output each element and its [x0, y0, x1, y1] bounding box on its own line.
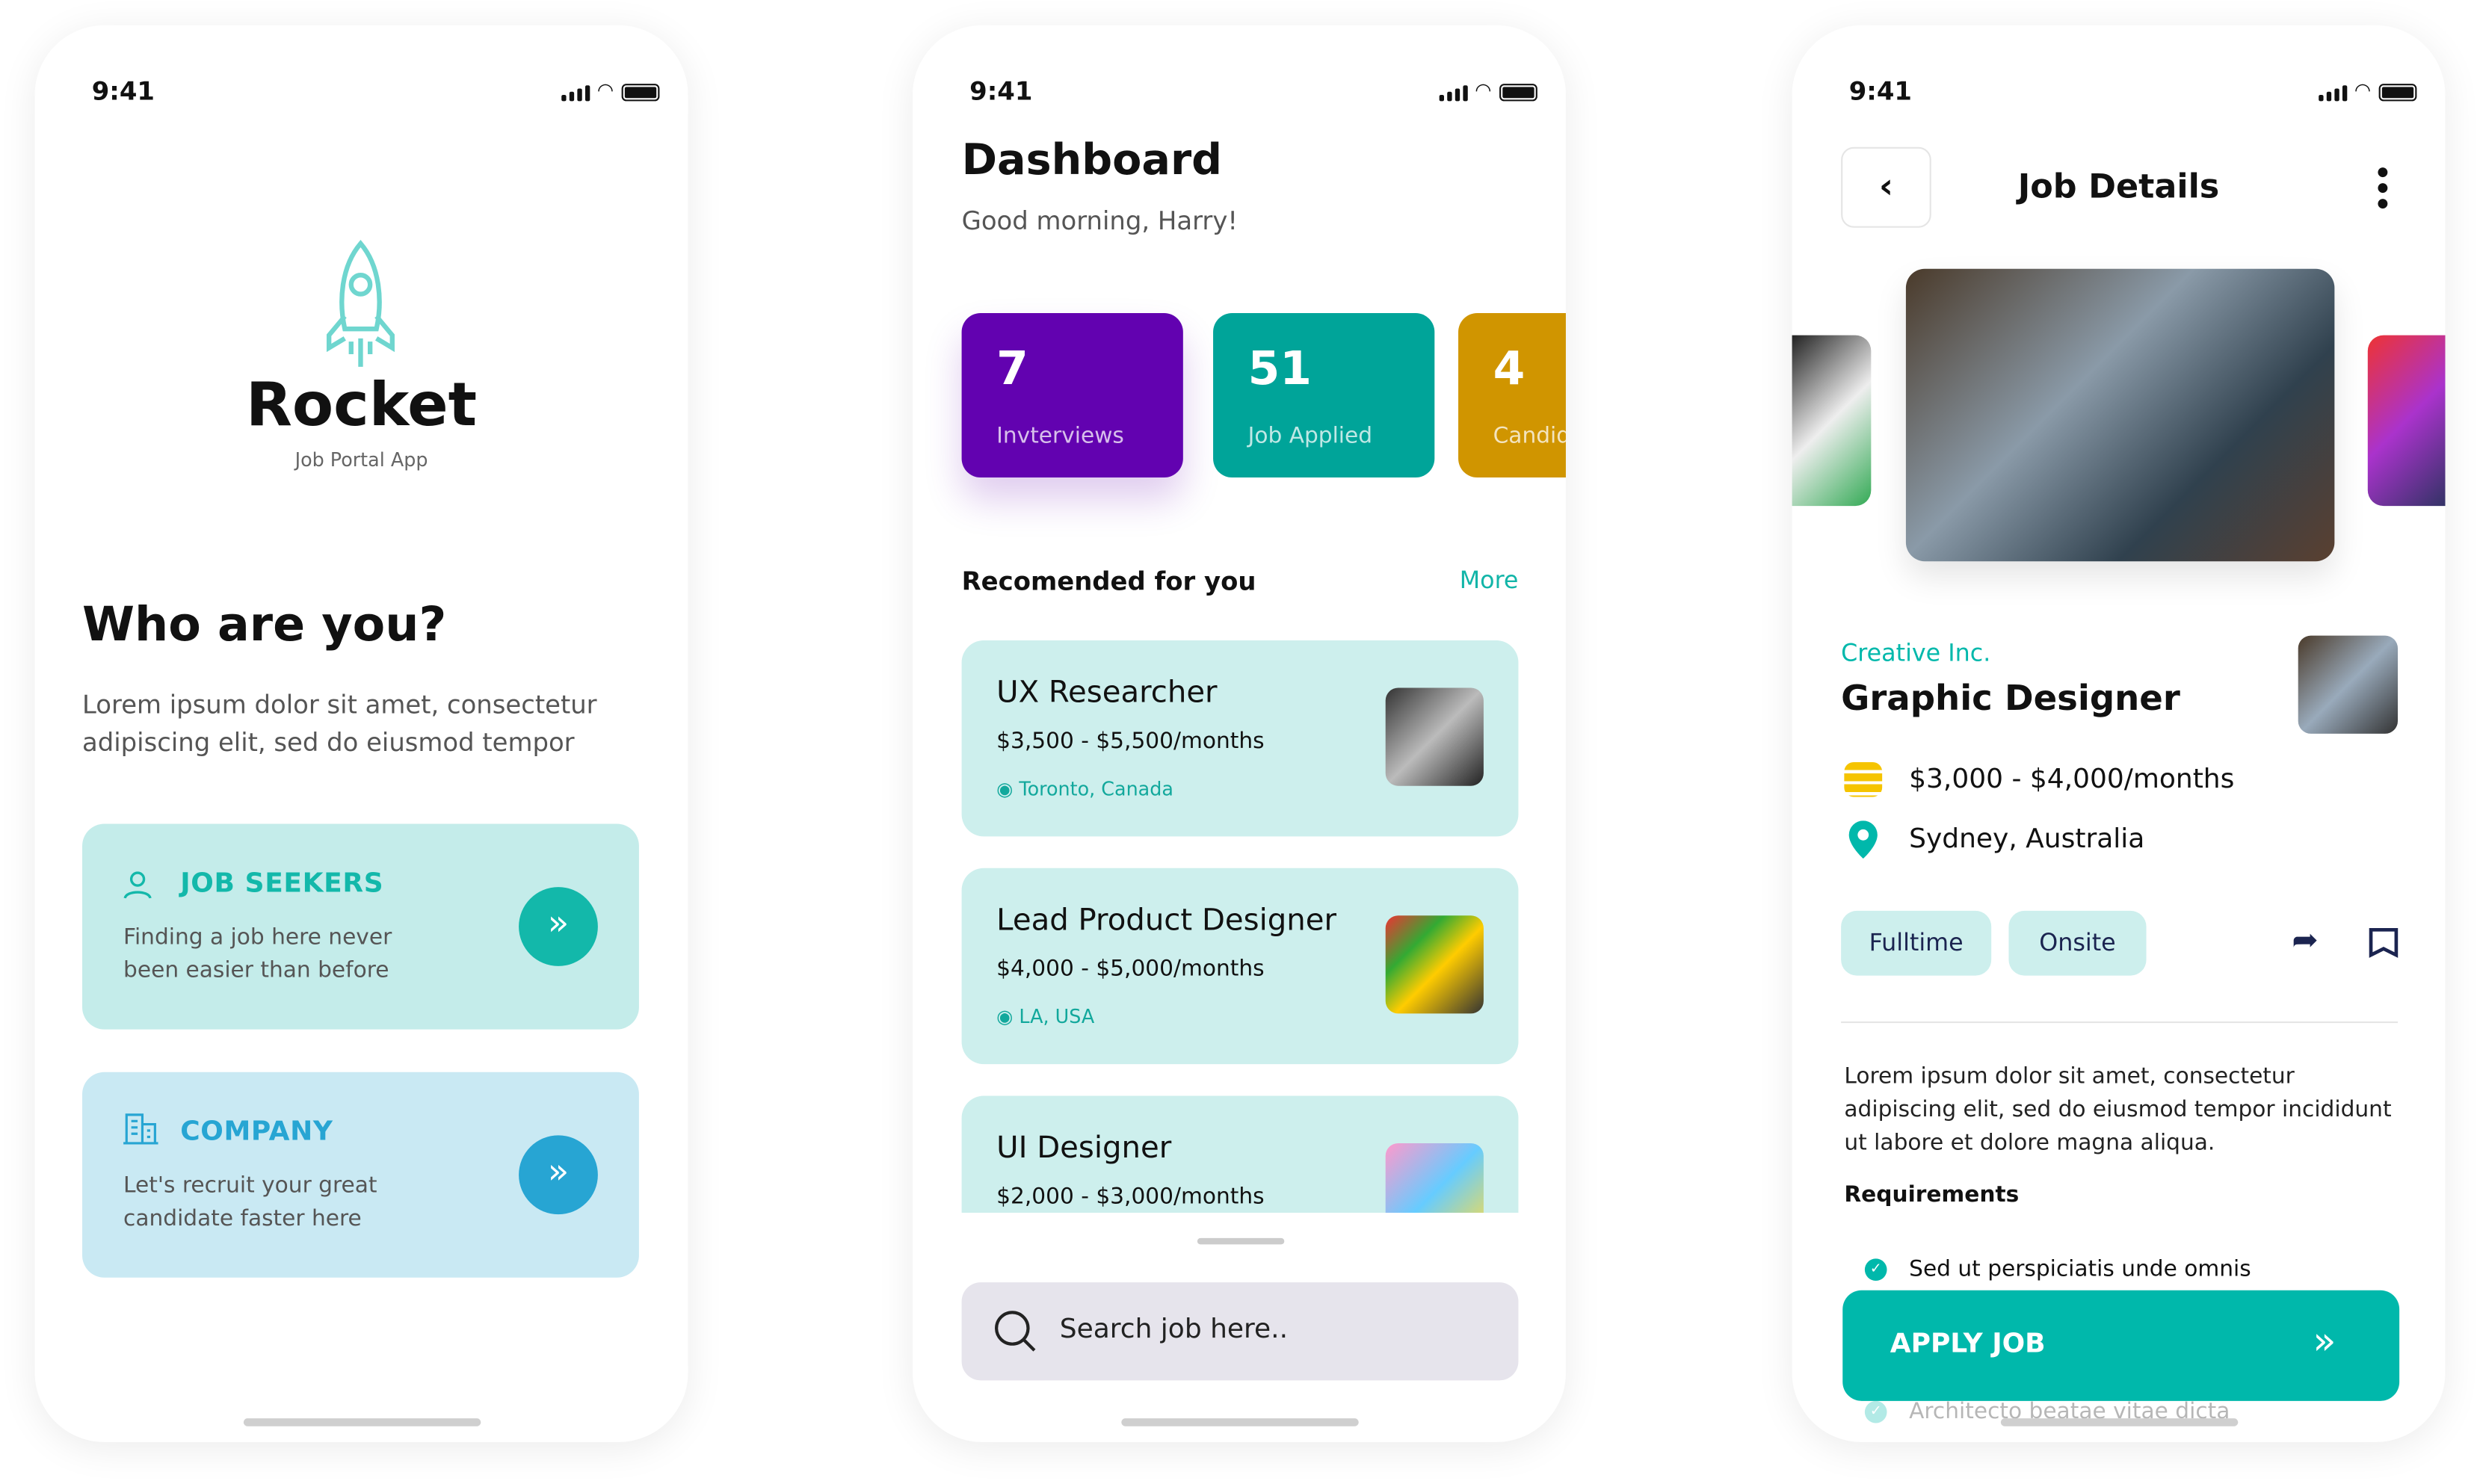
job-salary: $4,000 - $5,000/months: [996, 956, 1265, 983]
role-description: Let's recruit your great candidate faste…: [123, 1173, 377, 1232]
chevrons-right-icon: »: [2313, 1318, 2336, 1364]
battery-icon: [1499, 84, 1537, 102]
job-salary: $2,000 - $3,000/months: [996, 1184, 1265, 1210]
tag-onsite[interactable]: Onsite: [2008, 910, 2147, 976]
status-time: 9:41: [91, 75, 155, 106]
job-thumbnail: [1385, 915, 1484, 1014]
requirements-title: Requirements: [1844, 1182, 2020, 1208]
status-icons: ◠: [561, 78, 660, 102]
role-title: COMPANY: [180, 1116, 333, 1148]
job-title: UI Designer: [996, 1131, 1172, 1166]
requirement-item: ✓ Sed ut perspiciatis unde omnis: [1864, 1257, 2251, 1283]
location-pin-icon: ◉: [996, 1005, 1020, 1028]
sheet-handle[interactable]: [1197, 1237, 1285, 1245]
stat-job-applied[interactable]: 51 Job Applied: [1213, 312, 1435, 478]
coins-icon: [1844, 761, 1883, 797]
location-pin-icon: ◉: [996, 778, 1020, 800]
stat-value: 4: [1493, 341, 1526, 396]
home-indicator: [243, 1418, 481, 1426]
role-description: Finding a job here never been easier tha…: [123, 924, 392, 984]
page-title: Dashboard: [961, 135, 1223, 185]
location-text: LA, USA: [1019, 1005, 1095, 1028]
job-thumbnail: [1385, 687, 1484, 786]
stat-candidates[interactable]: 4 Candidates: [1458, 312, 1566, 478]
status-time: 9:41: [969, 75, 1033, 106]
salary: $3,000 - $4,000/months: [1909, 764, 2235, 796]
signal-icon: [1438, 85, 1467, 102]
job-card[interactable]: UX Researcher $3,500 - $5,500/months ◉ Tor…: [961, 640, 1519, 837]
tag-fulltime[interactable]: Fulltime: [1841, 910, 1992, 976]
job-salary: $3,500 - $5,500/months: [996, 729, 1265, 755]
role-company[interactable]: COMPANY Let's recruit your great candida…: [82, 1072, 639, 1278]
app-subtitle: Job Portal App: [294, 448, 428, 472]
status-icons: ◠: [1438, 78, 1537, 102]
job-location: ◉ Toronto, Canada: [996, 778, 1173, 800]
status-icons: ◠: [2318, 78, 2417, 102]
location-pin-icon: [1848, 820, 1878, 859]
location: Sydney, Australia: [1909, 823, 2145, 856]
position-title: Graphic Designer: [1841, 679, 2180, 720]
building-icon: [123, 1113, 158, 1145]
job-list: UX Researcher $3,500 - $5,500/months ◉ Tor…: [913, 640, 1566, 1214]
who-heading: Who are you?: [82, 597, 447, 653]
search-bar[interactable]: Search job here..: [961, 1282, 1519, 1381]
role-title: JOB SEEKERS: [180, 868, 384, 900]
carousel-image-main[interactable]: [1905, 268, 2335, 562]
stat-label: Candidates: [1493, 424, 1566, 449]
home-indicator: [2000, 1418, 2239, 1426]
job-title: Lead Product Designer: [996, 903, 1337, 938]
company-thumbnail: [2298, 635, 2399, 734]
search-icon: [995, 1311, 1036, 1352]
bookmark-icon[interactable]: [2368, 927, 2399, 958]
more-link[interactable]: More: [1460, 566, 1519, 595]
job-description: Lorem ipsum dolor sit amet, consectetur …: [1844, 1064, 2392, 1156]
apply-job-button[interactable]: APPLY JOB »: [1842, 1290, 2400, 1401]
stat-label: Invterviews: [996, 424, 1124, 449]
home-indicator: [1121, 1418, 1359, 1426]
page-title: Job Details: [2017, 167, 2220, 206]
carousel-image-next[interactable]: [2367, 335, 2446, 507]
wifi-icon: ◠: [1475, 78, 1492, 102]
requirement-text: Sed ut perspiciatis unde omnis: [1909, 1257, 2251, 1283]
user-icon: [123, 871, 152, 899]
location-text: Toronto, Canada: [1019, 778, 1173, 800]
job-location: ◉ LA, USA: [996, 1006, 1094, 1028]
stat-interviews[interactable]: 7 Invterviews: [961, 312, 1183, 478]
wifi-icon: ◠: [2354, 78, 2372, 102]
dashboard-screen: 9:41 ◠ Dashboard Good morning, Harry! 7 I…: [912, 25, 1566, 1442]
stat-value: 51: [1247, 341, 1313, 396]
battery-icon: [621, 84, 660, 102]
welcome-screen: 9:41 ◠ Rocket Job Portal App Who are you…: [34, 25, 688, 1442]
search-input[interactable]: Search job here..: [1060, 1314, 1288, 1345]
job-details-screen: 9:41 ◠ ‹ Job Details ● ● ● Creative Inc. G…: [1792, 25, 2446, 1442]
section-title: Recomended for you: [961, 566, 1256, 596]
app-name: Rocket: [245, 370, 478, 440]
wifi-icon: ◠: [596, 78, 614, 102]
battery-icon: [2378, 84, 2417, 102]
greeting: Good morning, Harry!: [961, 205, 1238, 236]
share-icon[interactable]: ➦: [2292, 921, 2318, 959]
job-title: UX Researcher: [996, 675, 1218, 711]
chevrons-right-icon[interactable]: »: [519, 887, 598, 966]
more-options-icon[interactable]: ● ● ●: [2377, 164, 2388, 211]
carousel-image-prev[interactable]: [1792, 335, 1872, 507]
stat-value: 7: [996, 341, 1028, 396]
chevrons-right-icon[interactable]: »: [519, 1135, 598, 1215]
intro-text: Lorem ipsum dolor sit amet, consectetur …: [82, 689, 597, 758]
rocket-logo-icon: [326, 239, 395, 367]
check-circle-icon: ✓: [1864, 1400, 1887, 1423]
divider: [1841, 1021, 2399, 1024]
signal-icon: [2318, 85, 2347, 102]
apply-label: APPLY JOB: [1890, 1328, 2046, 1360]
job-card[interactable]: Lead Product Designer $4,000 - $5,000/mon…: [961, 868, 1519, 1065]
company-name: Creative Inc.: [1841, 638, 1991, 667]
job-thumbnail: [1385, 1143, 1484, 1214]
status-time: 9:41: [1848, 75, 1912, 106]
job-card[interactable]: UI Designer $2,000 - $3,000/months: [961, 1095, 1519, 1214]
stat-label: Job Applied: [1247, 424, 1373, 449]
role-job-seekers[interactable]: JOB SEEKERS Finding a job here never bee…: [82, 823, 639, 1030]
signal-icon: [561, 85, 590, 102]
check-circle-icon: ✓: [1864, 1258, 1887, 1282]
